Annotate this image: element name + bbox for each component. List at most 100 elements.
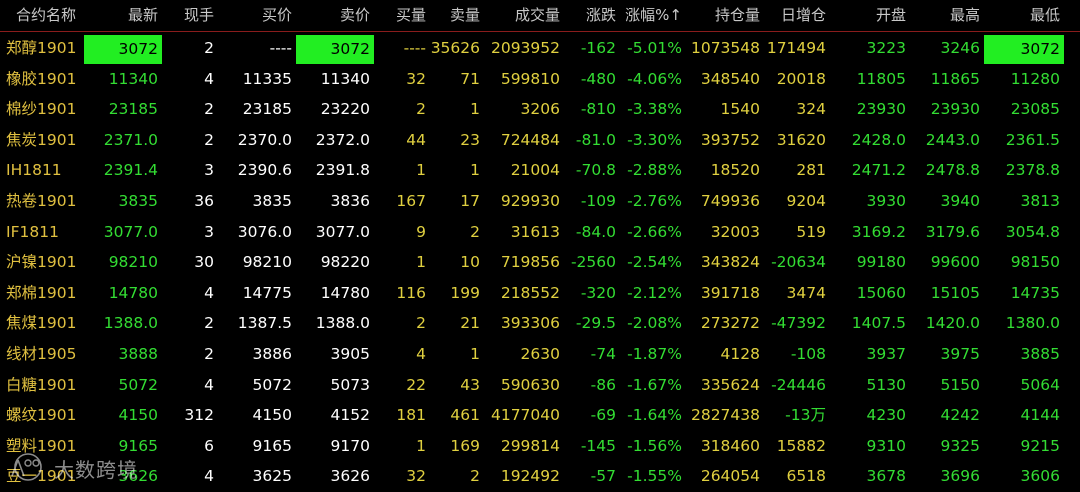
cell-bid-price: 14775 <box>242 283 292 302</box>
table-row[interactable]: 豆一1901 3626 4 3625 3626 32 2 192492 -57 -1.55% 264… <box>0 461 1080 492</box>
cell-last-volume: 6 <box>204 436 214 455</box>
cell-last-volume: 2 <box>204 130 214 149</box>
cell-last-price: 4150 <box>118 406 158 425</box>
cell-bid-volume: 181 <box>396 406 426 425</box>
header-ask-volume[interactable]: 卖量 <box>430 0 484 31</box>
watermark-text: 大数跨境 <box>54 458 138 482</box>
header-bid-volume[interactable]: 买量 <box>374 0 430 31</box>
header-bid-price[interactable]: 买价 <box>218 0 296 31</box>
table-row[interactable]: 焦炭1901 2371.0 2 2370.0 2372.0 44 23 724484 -81.0… <box>0 125 1080 156</box>
cell-ask-price: 9170 <box>330 436 370 455</box>
table-row[interactable]: 橡胶1901 11340 4 11335 11340 32 71 599810 -480 -4.0… <box>0 64 1080 95</box>
cell-open: 3937 <box>866 345 906 363</box>
cell-ask-price: 3836 <box>330 192 370 210</box>
cell-bid-price: 3625 <box>252 467 292 486</box>
cell-open: 11805 <box>856 69 906 88</box>
cell-volume: 929930 <box>500 192 560 210</box>
cell-high: 23930 <box>930 100 980 119</box>
cell-volume: 393306 <box>500 314 560 333</box>
cell-ask-volume: 71 <box>460 69 480 88</box>
cell-open-interest: 343824 <box>700 253 760 272</box>
cell-contract-name: 焦煤1901 <box>6 314 77 333</box>
cell-open-interest: 264054 <box>700 467 760 486</box>
cell-open-interest: 4128 <box>720 345 760 363</box>
cell-bid-volume: 116 <box>396 283 426 302</box>
table-row[interactable]: IH1811 2391.4 3 2390.6 2391.8 1 1 21004 -70.8 -2.… <box>0 155 1080 186</box>
header-last-price[interactable]: 最新 <box>84 0 162 31</box>
table-row[interactable]: IF1811 3077.0 3 3076.0 3077.0 9 2 31613 -84.0 -2.… <box>0 217 1080 248</box>
cell-last-price: 3835 <box>118 192 158 210</box>
cell-ask-volume: 2 <box>470 222 480 241</box>
cell-open-interest: 749936 <box>700 192 760 210</box>
cell-high: 9325 <box>940 436 980 455</box>
table-row[interactable]: 郑棉1901 14780 4 14775 14780 116 199 218552 -320 -2… <box>0 278 1080 309</box>
cell-high: 3696 <box>940 467 980 486</box>
cell-bid-price: 2370.0 <box>237 130 292 149</box>
table-row[interactable]: 沪镍1901 98210 30 98210 98220 1 10 719856 -2560 -2.… <box>0 247 1080 278</box>
cell-open-interest: 18520 <box>710 161 760 180</box>
watermark: 大数跨境 <box>6 450 156 484</box>
header-contract-name[interactable]: 合约名称 <box>0 0 84 31</box>
header-change[interactable]: 涨跌 <box>564 0 620 31</box>
cell-ask-price: 23220 <box>320 100 370 119</box>
cell-change: -29.5 <box>575 314 616 333</box>
header-change-percent-sorted[interactable]: 涨幅%↑ <box>620 0 686 31</box>
cell-daily-oi-change: -20634 <box>771 253 826 272</box>
cell-high: 15105 <box>930 283 980 302</box>
table-row[interactable]: 热卷1901 3835 36 3835 3836 167 17 929930 -109 -2.76… <box>0 186 1080 217</box>
cell-open-interest: 318460 <box>700 436 760 455</box>
cell-change-percent: -2.54% <box>627 253 682 272</box>
cell-change-percent: -3.30% <box>627 130 682 149</box>
cell-open: 3678 <box>866 467 906 486</box>
header-low[interactable]: 最低 <box>984 0 1064 31</box>
cell-bid-price: 2390.6 <box>237 161 292 180</box>
cell-change: -320 <box>580 283 616 302</box>
cell-low: 3054.8 <box>1005 222 1060 241</box>
header-open-interest[interactable]: 持仓量 <box>686 0 764 31</box>
cell-change-percent: -2.12% <box>627 283 682 302</box>
cell-change: -81.0 <box>575 130 616 149</box>
cell-bid-price: 3076.0 <box>237 222 292 241</box>
table-row[interactable]: 棉纱1901 23185 2 23185 23220 2 1 3206 -810 -3.38% 15… <box>0 94 1080 125</box>
cell-ask-volume: 1 <box>470 100 480 119</box>
table-row[interactable]: 郑醇1901 3072 2 ---- 3072 ---- 35626 2093952 -162-… <box>0 33 1080 64</box>
cell-bid-volume: 2 <box>416 100 426 119</box>
cell-daily-oi-change: 9204 <box>786 192 826 210</box>
column-header-row: 合约名称 最新 现手 买价 卖价 买量 卖量 成交量 涨跌 涨幅%↑ 持仓量 日… <box>0 0 1080 32</box>
header-daily-oi-change[interactable]: 日增仓 <box>764 0 830 31</box>
cell-open-interest: 1073548 <box>690 39 760 57</box>
table-row[interactable]: 螺纹1901 4150 312 4150 4152 181 461 4177040 -69 -1.… <box>0 400 1080 431</box>
cell-volume: 192492 <box>500 467 560 486</box>
cell-ask-volume: 17 <box>460 192 480 210</box>
cell-bid-volume: 32 <box>406 69 426 88</box>
header-high[interactable]: 最高 <box>910 0 984 31</box>
cell-high: 3246 <box>940 39 980 57</box>
cell-last-volume: 2 <box>204 39 214 57</box>
cell-volume: 590630 <box>500 375 560 394</box>
cell-change-percent: -2.76% <box>627 192 682 210</box>
cell-open-interest: 273272 <box>700 314 760 333</box>
header-open[interactable]: 开盘 <box>830 0 910 31</box>
cell-ask-volume: 21 <box>460 314 480 333</box>
table-row[interactable]: 线材1905 3888 2 3886 3905 4 1 2630 -74 -1.87% 4128 -1… <box>0 339 1080 370</box>
table-row[interactable]: 塑料1901 9165 6 9165 9170 1 169 299814 -145 -1.56% 3… <box>0 431 1080 462</box>
cell-daily-oi-change: 6518 <box>786 467 826 486</box>
cell-contract-name: 沪镍1901 <box>6 253 77 272</box>
cell-contract-name: IF1811 <box>6 222 59 241</box>
cell-daily-oi-change: -13万 <box>785 406 826 425</box>
cell-ask-price: 1388.0 <box>315 314 370 333</box>
cell-last-price: 11340 <box>108 69 158 88</box>
header-volume[interactable]: 成交量 <box>484 0 564 31</box>
cell-open-interest: 348540 <box>700 69 760 88</box>
cell-contract-name: 线材1905 <box>6 345 77 363</box>
header-last-volume[interactable]: 现手 <box>162 0 218 31</box>
cell-volume: 599810 <box>500 69 560 88</box>
header-ask-price[interactable]: 卖价 <box>296 0 374 31</box>
cell-last-price: 3077.0 <box>103 222 158 241</box>
table-row[interactable]: 白糖1901 5072 4 5072 5073 22 43 590630 -86 -1.67% 33… <box>0 370 1080 401</box>
table-row[interactable]: 焦煤1901 1388.0 2 1387.5 1388.0 2 21 393306 -29.5-… <box>0 308 1080 339</box>
cell-open: 5130 <box>866 375 906 394</box>
cell-last-volume: 3 <box>204 222 214 241</box>
cell-bid-price: 3835 <box>252 192 292 210</box>
cell-ask-price: 3905 <box>330 345 370 363</box>
